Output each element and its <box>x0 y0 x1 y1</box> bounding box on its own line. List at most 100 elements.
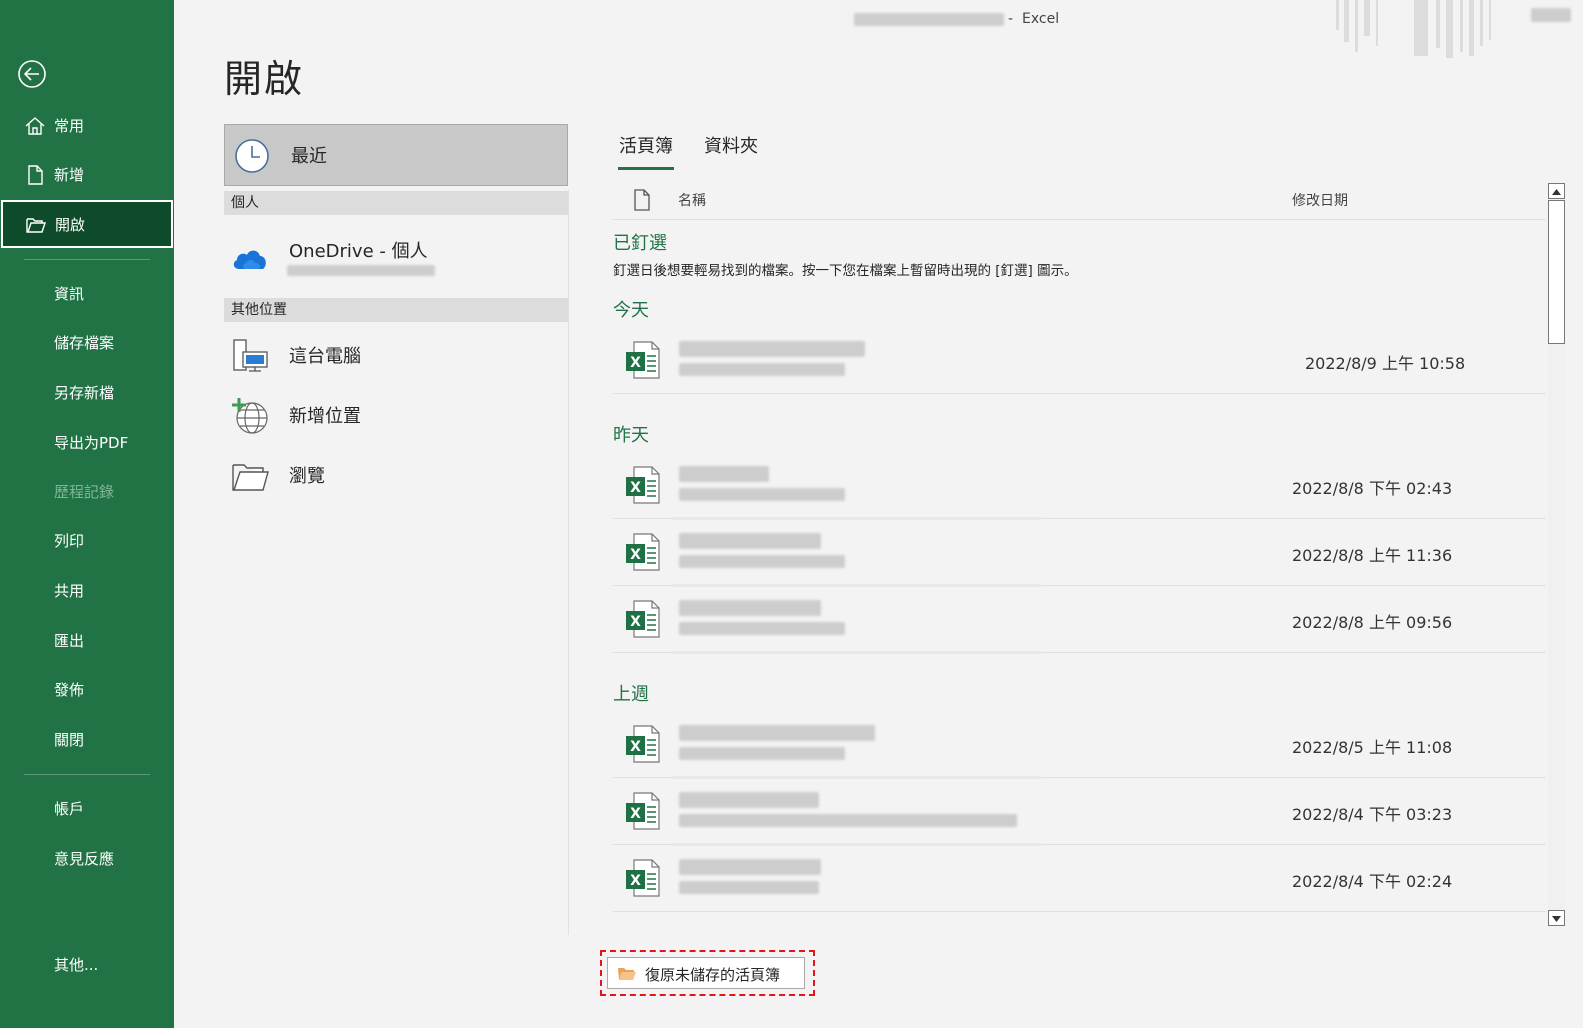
nav-share[interactable]: 共用 <box>0 566 174 614</box>
nav-publish[interactable]: 發佈 <box>0 665 174 713</box>
nav-new[interactable]: 新增 <box>0 150 174 198</box>
tab-folders[interactable]: 資料夾 <box>704 132 758 158</box>
nav-label: 發佈 <box>54 680 85 699</box>
nav-feedback[interactable]: 意見反應 <box>0 834 174 882</box>
file-row[interactable]: X 2022/8/8 上午 09:56 <box>613 585 1546 654</box>
nav-save[interactable]: 儲存檔案 <box>0 318 174 366</box>
location-add-place[interactable]: 新增位置 <box>224 386 568 442</box>
nav-label: 其他... <box>54 955 99 974</box>
nav-print[interactable]: 列印 <box>0 516 174 564</box>
nav-divider <box>24 774 150 775</box>
group-other-locations: 其他位置 <box>224 298 568 322</box>
nav-history: 歷程記錄 <box>0 467 174 515</box>
open-folder-icon <box>26 218 46 233</box>
svg-text:X: X <box>630 355 641 371</box>
excel-file-icon: X <box>626 859 660 897</box>
file-row[interactable]: X 2022/8/8 上午 11:36 <box>613 518 1546 587</box>
svg-text:X: X <box>630 547 641 563</box>
file-name-redacted <box>679 859 821 875</box>
excel-file-icon: X <box>626 600 660 638</box>
column-header-name[interactable]: 名稱 <box>678 190 706 210</box>
file-name-redacted <box>679 600 821 616</box>
file-modified-date: 2022/8/8 下午 02:43 <box>1292 479 1453 498</box>
onedrive-label: OneDrive - 個人 <box>289 241 428 262</box>
document-name-redacted <box>854 13 1004 26</box>
file-row[interactable]: X 2022/8/8 下午 02:43 <box>613 451 1546 520</box>
app-name: Excel <box>1022 11 1060 27</box>
file-row[interactable]: X 2022/8/9 上午 10:58 <box>613 326 1546 394</box>
scroll-thumb[interactable] <box>1548 200 1565 344</box>
nav-more[interactable]: 其他... <box>0 940 174 988</box>
recover-button-highlight: 復原未儲存的活頁簿 <box>600 950 815 996</box>
backstage-sidebar: 常用 新增 開啟 資訊 儲存檔案 另存新檔 导出为PDF 歷程記錄 列印 共用 … <box>0 0 174 1028</box>
column-divider <box>568 190 569 935</box>
file-path-redacted <box>679 814 1017 827</box>
nav-label: 新增 <box>54 165 85 184</box>
file-path-redacted <box>679 881 819 894</box>
account-name-redacted <box>1531 8 1571 22</box>
page-title: 開啟 <box>224 57 305 101</box>
recover-unsaved-workbooks-button[interactable]: 復原未儲存的活頁簿 <box>607 957 805 989</box>
nav-divider <box>24 259 150 260</box>
nav-open[interactable]: 開啟 <box>1 200 173 248</box>
nav-export-pdf[interactable]: 导出为PDF <box>0 418 174 466</box>
location-browse[interactable]: 瀏覽 <box>224 446 568 502</box>
nav-export[interactable]: 匯出 <box>0 616 174 664</box>
pinned-description: 釘選日後想要輕易找到的檔案。按一下您在檔案上暫留時出現的 [釘選] 圖示。 <box>613 263 1078 279</box>
file-path-redacted <box>679 555 845 568</box>
nav-close[interactable]: 關閉 <box>0 715 174 763</box>
file-row[interactable]: X 2022/8/4 下午 03:23 <box>613 777 1546 846</box>
file-list-header: 名稱 修改日期 <box>613 180 1546 220</box>
nav-info[interactable]: 資訊 <box>0 269 174 317</box>
file-name-redacted <box>679 533 821 549</box>
file-row[interactable]: X 2022/8/5 上午 11:08 <box>613 710 1546 779</box>
triangle-up-icon <box>1552 189 1561 195</box>
back-arrow-icon[interactable] <box>17 59 47 89</box>
file-path-redacted <box>679 747 845 760</box>
file-name-redacted <box>679 725 875 741</box>
nav-label: 關閉 <box>54 730 85 749</box>
browse-label: 瀏覽 <box>289 466 325 487</box>
location-recent-label: 最近 <box>291 146 327 167</box>
tab-workbooks[interactable]: 活頁簿 <box>618 132 674 170</box>
nav-label: 共用 <box>54 581 85 600</box>
file-list-scrollbar[interactable] <box>1548 183 1565 926</box>
onedrive-cloud-icon <box>233 250 266 269</box>
row-hover-shadow <box>673 651 1041 654</box>
excel-file-icon: X <box>626 725 660 763</box>
svg-text:X: X <box>630 873 641 889</box>
file-modified-date: 2022/8/5 上午 11:08 <box>1292 738 1453 757</box>
scroll-up-button[interactable] <box>1548 183 1565 199</box>
svg-text:X: X <box>630 739 641 755</box>
title-separator: - <box>1008 11 1014 27</box>
onedrive-account-redacted <box>287 265 435 276</box>
browse-folder-icon <box>232 464 269 491</box>
add-place-globe-icon <box>232 398 268 434</box>
nav-label: 儲存檔案 <box>54 333 115 352</box>
nav-label: 导出为PDF <box>54 433 129 452</box>
nav-label: 開啟 <box>55 215 86 234</box>
svg-text:X: X <box>630 614 641 630</box>
nav-account[interactable]: 帳戶 <box>0 784 174 832</box>
svg-text:X: X <box>630 480 641 496</box>
excel-file-icon: X <box>626 466 660 504</box>
nav-label: 意見反應 <box>54 849 115 868</box>
location-onedrive[interactable]: OneDrive - 個人 <box>224 227 568 289</box>
excel-file-icon: X <box>626 341 660 379</box>
home-icon <box>25 117 45 135</box>
group-personal: 個人 <box>224 191 568 215</box>
add-place-label: 新增位置 <box>289 406 361 427</box>
nav-save-as[interactable]: 另存新檔 <box>0 368 174 416</box>
scroll-down-button[interactable] <box>1548 910 1565 926</box>
file-path-redacted <box>679 488 845 501</box>
column-header-modified[interactable]: 修改日期 <box>1292 190 1348 210</box>
location-recent[interactable]: 最近 <box>224 124 568 186</box>
section-last-week: 上週 <box>613 684 649 705</box>
file-row[interactable]: X 2022/8/4 下午 02:24 <box>613 844 1546 912</box>
document-icon <box>634 189 650 211</box>
nav-home[interactable]: 常用 <box>0 101 174 149</box>
file-path-redacted <box>679 363 845 376</box>
computer-icon <box>233 339 268 372</box>
location-this-pc[interactable]: 這台電腦 <box>224 326 568 382</box>
recover-button-label: 復原未儲存的活頁簿 <box>645 966 781 984</box>
